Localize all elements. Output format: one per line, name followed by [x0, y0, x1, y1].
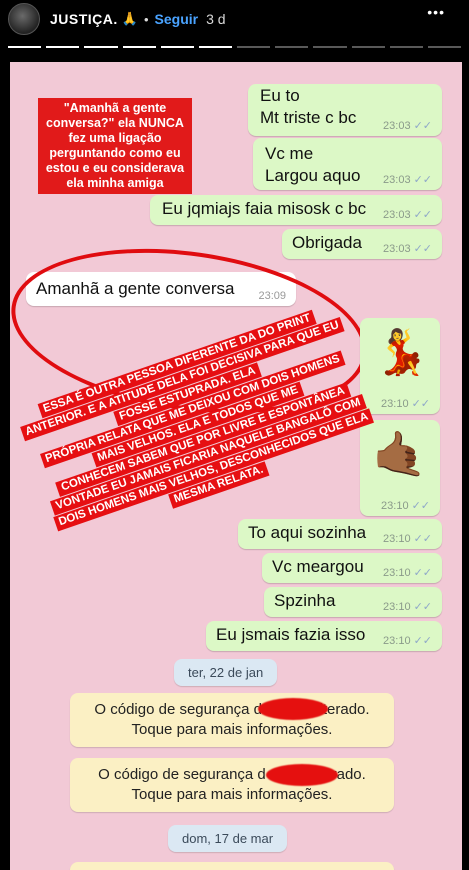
progress-segment: [427, 46, 462, 48]
message-time: 23:03 ✓✓: [383, 243, 432, 255]
message-bubble-outgoing: Vc me Largou aquo 23:03 ✓✓: [253, 138, 442, 190]
message-bubble-outgoing: Spzinha 23:10 ✓✓: [264, 587, 442, 617]
progress-segment: [160, 46, 194, 48]
read-ticks-icon: ✓✓: [411, 500, 430, 512]
read-ticks-icon: ✓✓: [413, 120, 432, 132]
message-time: 23:03 ✓✓: [383, 209, 432, 221]
read-ticks-icon: ✓✓: [413, 635, 432, 647]
message-text: Eu jsmais fazia isso: [216, 625, 366, 644]
security-code-notice: [70, 862, 394, 870]
praying-hands-icon: 🙏: [121, 11, 138, 26]
security-code-notice[interactable]: O código de segurança d i alterado. Toqu…: [70, 693, 394, 747]
story-progress: [8, 46, 462, 48]
notice-line: O código de segurança d i alterado.: [94, 701, 370, 718]
progress-segment: [84, 46, 118, 48]
message-bubble-outgoing: To aqui sozinha 23:10 ✓✓: [238, 519, 442, 549]
message-text: Obrigada: [292, 233, 362, 252]
progress-segment: [275, 46, 309, 48]
message-text: To aqui sozinha: [248, 523, 367, 542]
message-bubble-outgoing: Vc meargou 23:10 ✓✓: [262, 553, 442, 583]
message-time: 23:10 ✓✓: [383, 635, 432, 647]
message-text: Vc me: [265, 144, 314, 163]
progress-segment: [46, 46, 80, 48]
read-ticks-icon: ✓✓: [411, 398, 430, 410]
message-text: Spzinha: [274, 591, 336, 610]
more-options-icon[interactable]: •••: [427, 4, 445, 20]
message-time: 23:10 ✓✓: [383, 567, 432, 579]
read-ticks-icon: ✓✓: [413, 533, 432, 545]
notice-line: Toque para mais informações.: [131, 721, 333, 738]
redaction-scribble: [258, 698, 328, 720]
message-text: Vc meargou: [272, 557, 364, 576]
time-ago: 3 d: [206, 11, 226, 27]
message-text: Eu to: [260, 86, 300, 105]
progress-segment: [313, 46, 347, 48]
progress-segment: [198, 46, 233, 48]
story-canvas[interactable]: Eu to Mt triste c bc 23:03 ✓✓ Vc me Largo…: [10, 62, 462, 870]
progress-segment: [8, 46, 42, 48]
date-divider: ter, 22 de jan: [174, 659, 278, 686]
message-text: Largou aquo: [265, 166, 361, 185]
story-header: JUSTIÇA. 🙏 • Seguir 3 d: [0, 0, 469, 38]
emoji-message-dancer: 💃 23:10 ✓✓: [360, 318, 440, 414]
message-time: 23:10 ✓✓: [381, 500, 430, 512]
separator-dot: •: [143, 11, 149, 27]
read-ticks-icon: ✓✓: [413, 243, 432, 255]
notice-line: Toque para mais informações.: [131, 786, 333, 803]
dancer-icon: 💃: [374, 328, 429, 377]
progress-segment: [122, 46, 156, 48]
read-ticks-icon: ✓✓: [413, 601, 432, 613]
read-ticks-icon: ✓✓: [413, 567, 432, 579]
read-ticks-icon: ✓✓: [413, 209, 432, 221]
message-bubble-outgoing: Eu jqmiajs faia misosk c bc 23:03 ✓✓: [150, 195, 442, 225]
message-time: 23:10 ✓✓: [381, 398, 430, 410]
progress-segment: [389, 46, 423, 48]
message-time: 23:03 ✓✓: [383, 120, 432, 132]
progress-segment: [237, 46, 271, 48]
read-ticks-icon: ✓✓: [413, 174, 432, 186]
username[interactable]: JUSTIÇA.: [50, 11, 118, 27]
message-bubble-outgoing: Obrigada 23:03 ✓✓: [282, 229, 442, 259]
security-code-notice[interactable]: O código de segurança d alterado. Toque …: [70, 758, 394, 812]
annotation-top: "Amanhã a gente conversa?" ela NUNCA fez…: [38, 98, 192, 194]
message-time: 23:03 ✓✓: [383, 174, 432, 186]
message-text: Mt triste c bc: [260, 108, 357, 127]
message-text: Eu jqmiajs faia misosk c bc: [162, 199, 367, 218]
message-bubble-outgoing: Eu jsmais fazia isso 23:10 ✓✓: [206, 621, 442, 651]
redaction-scribble: [266, 764, 338, 786]
progress-segment: [351, 46, 385, 48]
message-time: 23:10 ✓✓: [383, 601, 432, 613]
avatar[interactable]: [8, 3, 40, 35]
message-bubble-outgoing: Eu to Mt triste c bc 23:03 ✓✓: [248, 84, 442, 136]
message-time: 23:10 ✓✓: [383, 533, 432, 545]
follow-button[interactable]: Seguir: [155, 11, 199, 27]
date-divider: dom, 17 de mar: [168, 825, 288, 852]
notice-line: O código de segurança d alterado.: [98, 766, 366, 783]
